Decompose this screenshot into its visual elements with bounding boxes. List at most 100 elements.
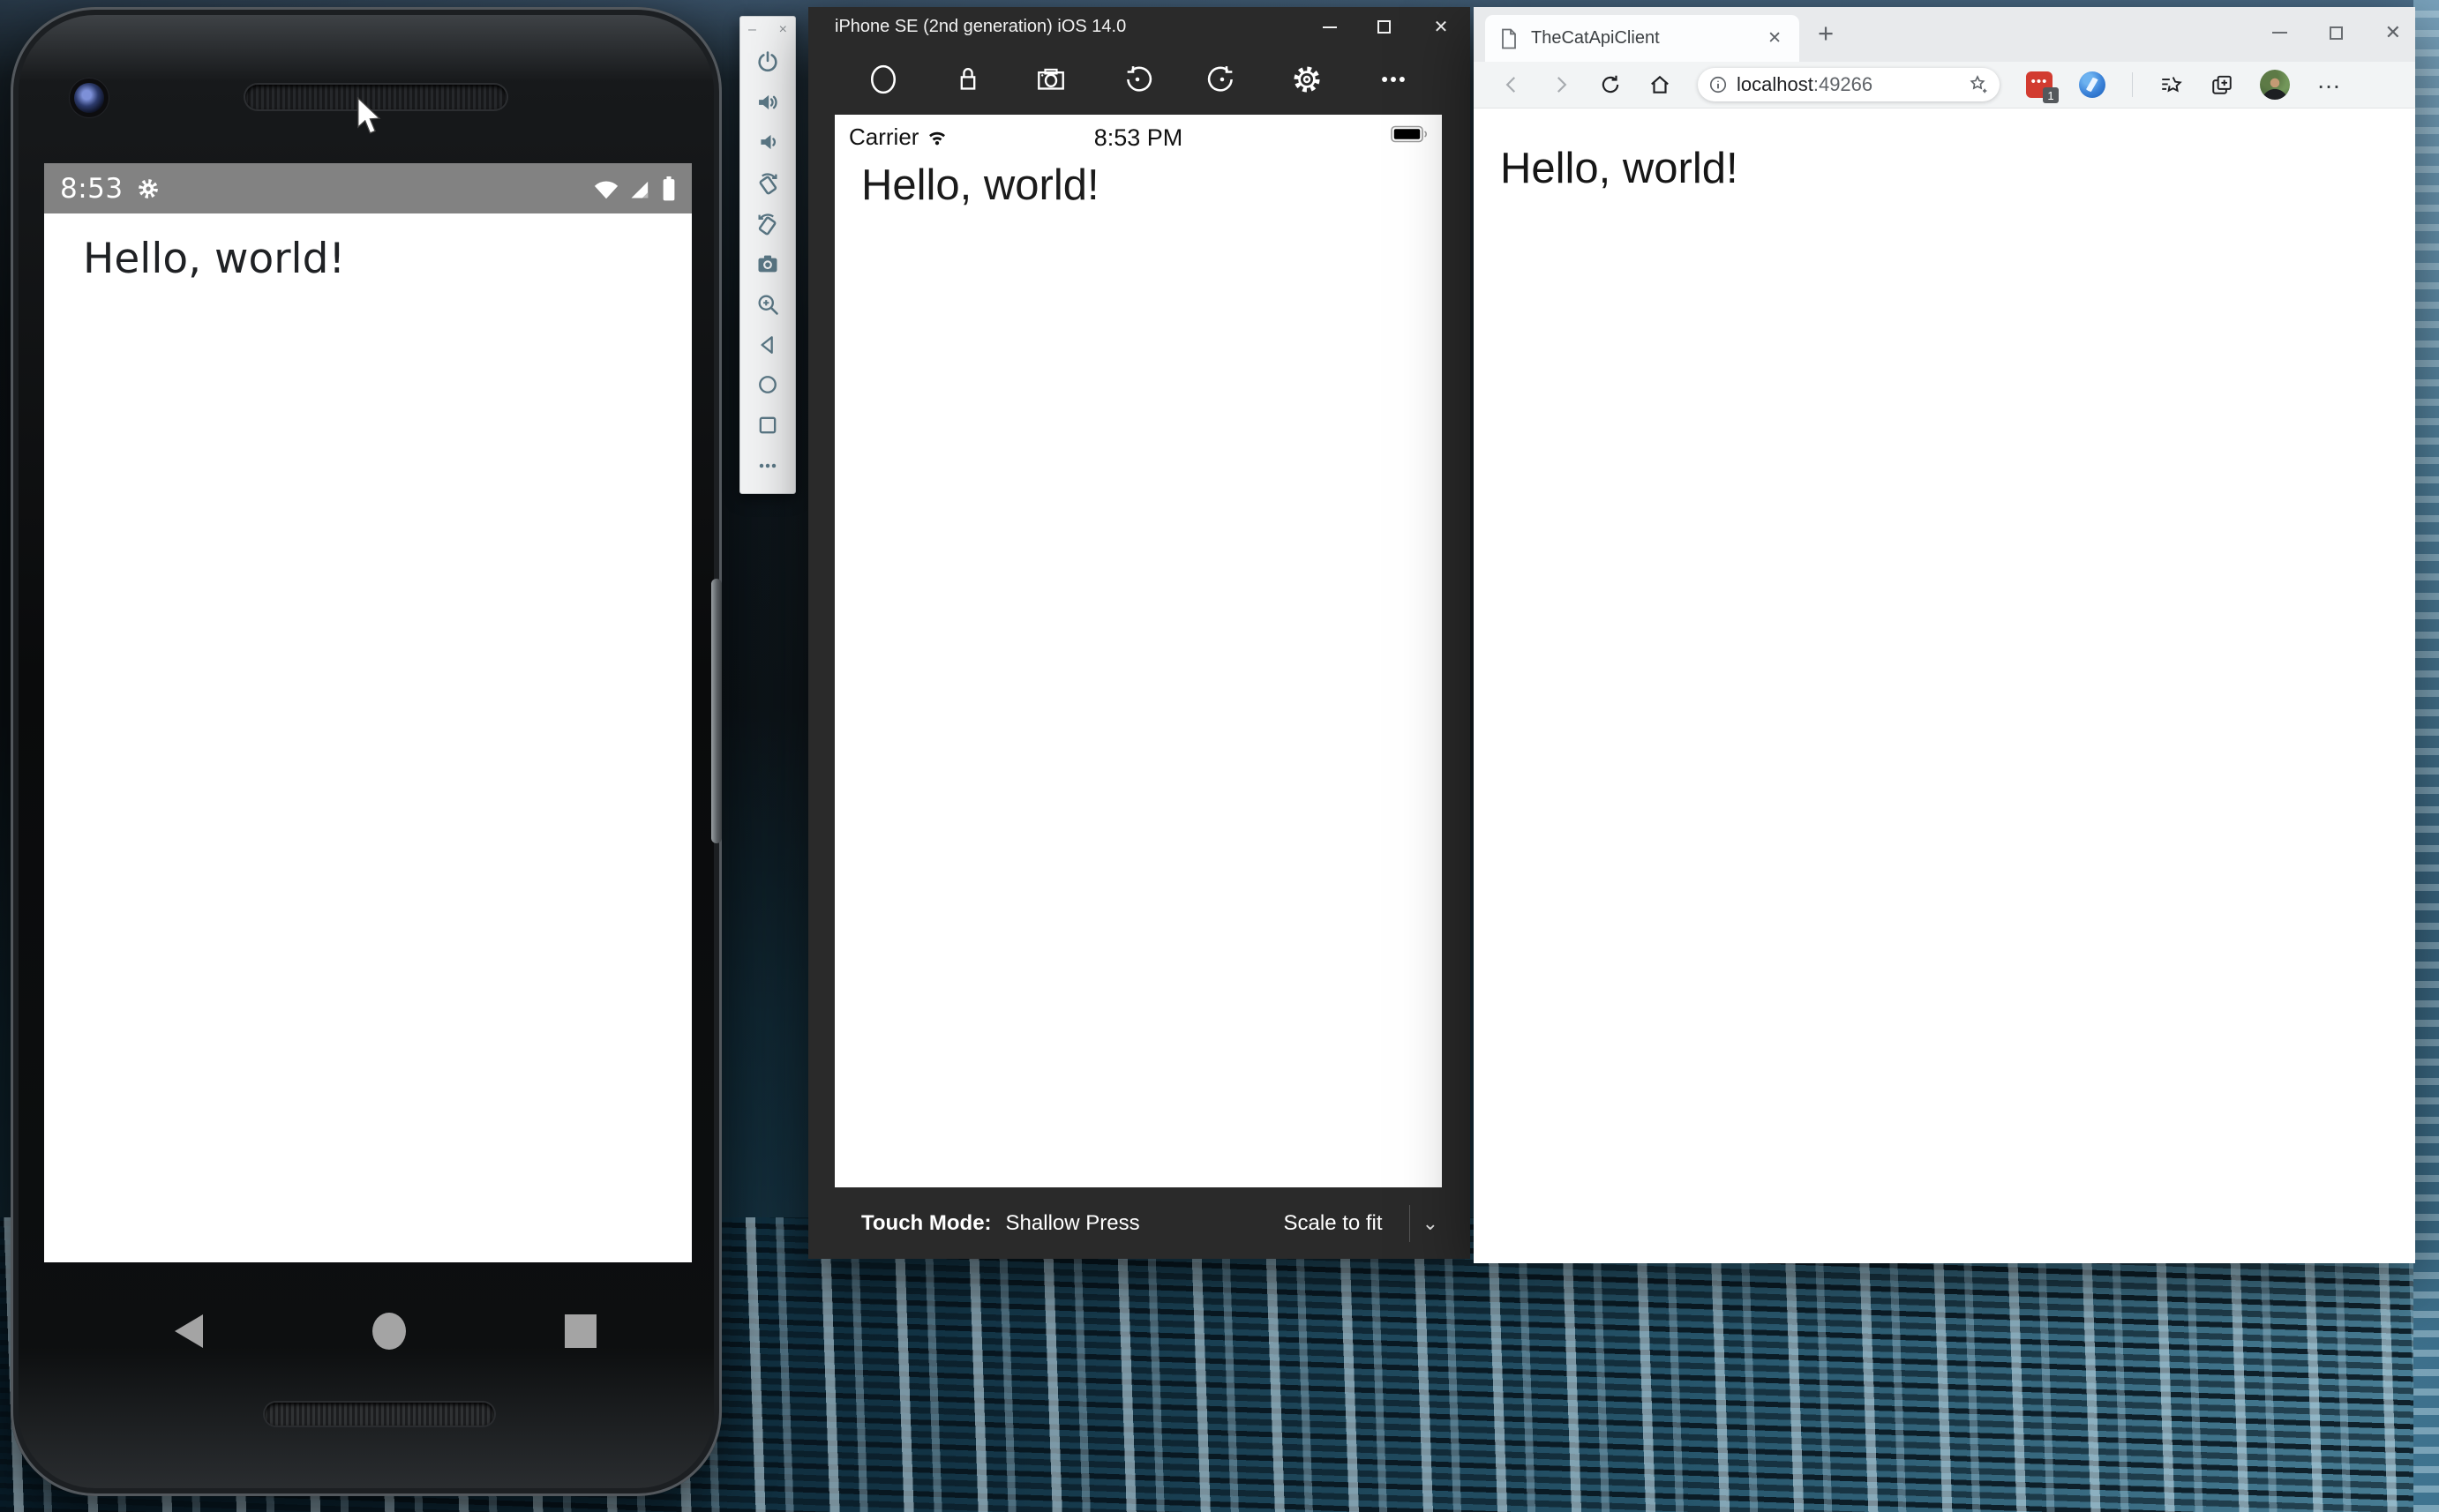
- browser-greeting-text: Hello, world!: [1500, 144, 1738, 193]
- more-dots-icon: [1378, 64, 1408, 94]
- ios-simulator-window-controls: ✕: [1323, 7, 1458, 46]
- maximize-button[interactable]: [2330, 26, 2343, 40]
- browser-page-content: Hello, world!: [1474, 109, 2415, 1263]
- favorites-hub-button[interactable]: [2159, 73, 2184, 96]
- settings-notification-icon: [136, 176, 161, 201]
- chevron-down-icon: ⌄: [1422, 1217, 1438, 1229]
- minimize-button[interactable]: –: [748, 23, 756, 37]
- settings-gear-icon: [1291, 64, 1323, 95]
- home-button[interactable]: [1648, 73, 1671, 96]
- zoom-button[interactable]: [747, 284, 788, 325]
- url-host: localhost: [1737, 73, 1813, 95]
- browser-tab-bar: TheCatApiClient ✕ + ✕: [1474, 7, 2415, 62]
- android-clock: 8:53: [60, 173, 124, 205]
- sim-screenshot-button[interactable]: [1030, 55, 1072, 104]
- tab-thecatapiclient[interactable]: TheCatApiClient ✕: [1485, 15, 1799, 62]
- scale-to-fit-dropdown[interactable]: Scale to fit ⌄: [1284, 1205, 1439, 1242]
- site-info-icon[interactable]: [1708, 75, 1728, 94]
- sim-rotate-right-button[interactable]: [1201, 55, 1243, 104]
- power-button[interactable]: [747, 41, 788, 82]
- wifi-icon: [926, 127, 949, 146]
- desktop: { "android": { "status_bar": { "time": "…: [0, 0, 2439, 1512]
- browser-window-controls: ✕: [2272, 7, 2401, 58]
- sim-more-button[interactable]: [1372, 55, 1415, 104]
- new-tab-button[interactable]: +: [1818, 18, 1834, 49]
- android-status-right-icons: [593, 176, 676, 201]
- rotate-left-button[interactable]: [747, 162, 788, 203]
- minimize-button[interactable]: [1323, 26, 1337, 28]
- mouse-cursor: [353, 97, 386, 140]
- android-emulator-window: 8:53: [11, 7, 722, 1496]
- ios-simulator-toolbar: [808, 46, 1470, 115]
- page-favicon-icon: [1499, 28, 1519, 49]
- wallpaper-water-right: [2413, 0, 2439, 1512]
- battery-icon: [662, 176, 676, 201]
- emulator-overview-button[interactable]: [747, 405, 788, 445]
- sim-lock-button[interactable]: [947, 55, 989, 104]
- ios-clock: 8:53 PM: [1094, 123, 1183, 152]
- favorite-star-button[interactable]: [1968, 74, 1989, 95]
- toolbar-divider: [2132, 72, 2133, 97]
- zoom-in-icon: [755, 292, 780, 317]
- tab-title: TheCatApiClient: [1531, 28, 1752, 49]
- rotate-right-icon: [754, 210, 781, 236]
- extension-badge: 1: [2043, 87, 2059, 103]
- refresh-button[interactable]: [1599, 73, 1622, 96]
- rotate-left-icon: [1122, 64, 1152, 94]
- camera-icon: [755, 251, 780, 276]
- home-circle-icon: [868, 63, 898, 96]
- phone-side-button: [711, 579, 722, 843]
- rotate-right-icon: [1207, 64, 1237, 94]
- password-extension-button[interactable]: ••• 1: [2026, 71, 2053, 98]
- android-overview-button[interactable]: [565, 1314, 597, 1348]
- camera-icon: [1036, 64, 1066, 94]
- android-screen: 8:53: [44, 163, 692, 1262]
- home-icon: [1648, 73, 1671, 96]
- android-home-button[interactable]: [372, 1313, 406, 1350]
- arrow-right-icon: [1550, 73, 1572, 96]
- sim-rotate-left-button[interactable]: [1116, 55, 1159, 104]
- sim-settings-button[interactable]: [1286, 55, 1328, 104]
- blue-extension-button[interactable]: [2079, 71, 2105, 98]
- power-icon: [755, 49, 780, 74]
- emulator-back-button[interactable]: [747, 325, 788, 365]
- back-button[interactable]: [1500, 73, 1523, 96]
- cellular-signal-icon: [628, 177, 653, 200]
- battery-icon: [1391, 125, 1430, 143]
- collections-icon: [2210, 73, 2233, 96]
- profile-avatar[interactable]: [2260, 70, 2290, 100]
- maximize-button[interactable]: [1377, 20, 1391, 34]
- forward-button[interactable]: [1550, 73, 1572, 96]
- emulator-home-button[interactable]: [747, 365, 788, 406]
- browser-window: TheCatApiClient ✕ + ✕: [1474, 7, 2415, 1263]
- android-back-button[interactable]: [175, 1314, 203, 1348]
- ios-status-bar: Carrier 8:53 PM: [835, 115, 1442, 153]
- android-status-bar: 8:53: [44, 163, 692, 213]
- arrow-left-icon: [1500, 73, 1523, 96]
- url-text[interactable]: localhost:49266: [1737, 73, 1959, 96]
- rotate-right-button[interactable]: [747, 203, 788, 243]
- touch-mode-value: Shallow Press: [1006, 1211, 1140, 1236]
- dropdown-divider: [1409, 1205, 1410, 1242]
- close-button[interactable]: ✕: [2385, 21, 2401, 44]
- star-add-icon: [1968, 74, 1989, 95]
- emulator-more-button[interactable]: [747, 445, 788, 486]
- collections-button[interactable]: [2210, 73, 2233, 96]
- address-bar[interactable]: localhost:49266: [1698, 68, 2000, 101]
- cursor-arrow-icon: [353, 97, 386, 136]
- volume-down-button[interactable]: [747, 123, 788, 163]
- screenshot-button[interactable]: [747, 243, 788, 284]
- close-button[interactable]: ✕: [1431, 17, 1451, 36]
- favorites-star-lines-icon: [2159, 73, 2184, 96]
- emulator-toolbar-window-controls: – ×: [740, 19, 795, 41]
- tab-close-button[interactable]: ✕: [1764, 26, 1785, 50]
- minimize-button[interactable]: [2272, 32, 2287, 34]
- android-nav-bar: [44, 1295, 692, 1366]
- phone-bottom-speaker: [265, 1403, 494, 1426]
- browser-toolbar: localhost:49266 ••• 1: [1474, 62, 2415, 109]
- close-button[interactable]: ×: [779, 23, 787, 37]
- overview-square-icon: [755, 413, 780, 438]
- carrier-label: Carrier: [849, 124, 919, 151]
- volume-up-button[interactable]: [747, 82, 788, 123]
- sim-home-button[interactable]: [862, 55, 904, 104]
